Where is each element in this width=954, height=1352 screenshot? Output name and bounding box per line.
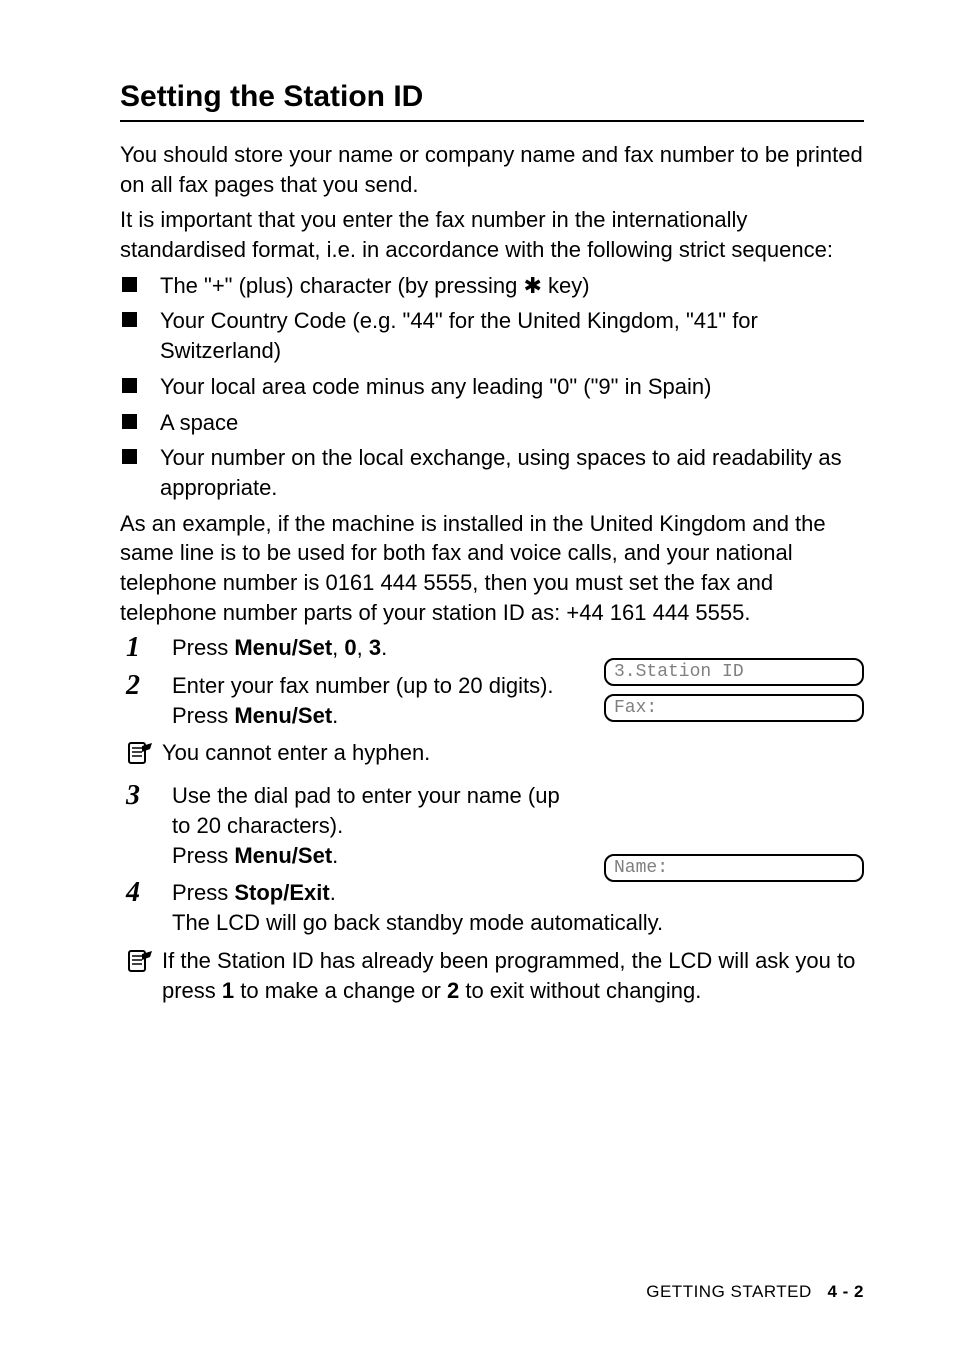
step-key: 0 bbox=[344, 635, 356, 660]
list-item: Your number on the local exchange, using… bbox=[120, 443, 864, 502]
intro-paragraph-2: It is important that you enter the fax n… bbox=[120, 205, 864, 264]
list-item: A space bbox=[120, 408, 864, 438]
step-text: Press bbox=[172, 635, 234, 660]
step-1: Press Menu/Set, 0, 3. bbox=[120, 633, 864, 663]
step-text: . bbox=[332, 703, 338, 728]
step-text: The LCD will go back standby mode automa… bbox=[172, 908, 864, 938]
step-text: . bbox=[330, 880, 336, 905]
step-text: . bbox=[332, 843, 338, 868]
step-text: , bbox=[332, 635, 344, 660]
step-text: Press bbox=[172, 880, 234, 905]
page-title: Setting the Station ID bbox=[120, 80, 864, 122]
steps-list: Press Menu/Set, 0, 3. Enter your fax num… bbox=[120, 633, 864, 730]
step-key: 3 bbox=[369, 635, 381, 660]
note-text: You cannot enter a hyphen. bbox=[162, 738, 430, 768]
note-hyphen: You cannot enter a hyphen. bbox=[120, 738, 864, 771]
step-2: Enter your fax number (up to 20 digits).… bbox=[120, 671, 864, 730]
note-icon bbox=[126, 948, 154, 979]
page-footer: GETTING STARTED 4 - 2 bbox=[646, 1282, 864, 1302]
steps-list-cont: Use the dial pad to enter your name (up … bbox=[120, 781, 864, 937]
list-text: The "+" (plus) character (by pressing bbox=[160, 273, 523, 298]
note-programmed: If the Station ID has already been progr… bbox=[120, 946, 864, 1005]
footer-page-number: 4 - 2 bbox=[827, 1282, 864, 1301]
step-text: , bbox=[357, 635, 369, 660]
step-4: Press Stop/Exit. The LCD will go back st… bbox=[120, 878, 864, 937]
list-text: key) bbox=[542, 273, 590, 298]
step-key: Stop/Exit bbox=[234, 880, 329, 905]
note-icon bbox=[126, 740, 154, 771]
step-key: Menu/Set bbox=[234, 843, 332, 868]
format-list: The "+" (plus) character (by pressing ✱ … bbox=[120, 271, 864, 503]
step-text: Use the dial pad to enter your name (up … bbox=[172, 781, 572, 840]
step-text: Enter your fax number (up to 20 digits). bbox=[172, 671, 572, 701]
list-item: The "+" (plus) character (by pressing ✱ … bbox=[120, 271, 864, 301]
star-icon: ✱ bbox=[523, 271, 541, 301]
step-text: Press bbox=[172, 843, 234, 868]
step-3: Use the dial pad to enter your name (up … bbox=[120, 781, 864, 870]
list-item: Your local area code minus any leading "… bbox=[120, 372, 864, 402]
list-item: Your Country Code (e.g. "44" for the Uni… bbox=[120, 306, 864, 365]
step-text: Press bbox=[172, 703, 234, 728]
example-paragraph: As an example, if the machine is install… bbox=[120, 509, 864, 628]
footer-section: GETTING STARTED bbox=[646, 1282, 812, 1301]
step-key: Menu/Set bbox=[234, 703, 332, 728]
intro-paragraph-1: You should store your name or company na… bbox=[120, 140, 864, 199]
step-text: . bbox=[381, 635, 387, 660]
step-key: Menu/Set bbox=[234, 635, 332, 660]
note-text: If the Station ID has already been progr… bbox=[162, 946, 864, 1005]
